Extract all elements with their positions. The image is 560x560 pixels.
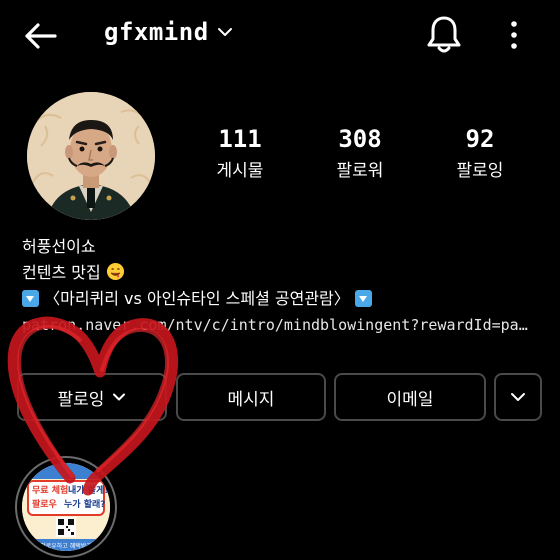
bio-line-3: 〈마리퀴리 vs 아인슈타인 스페셜 공연관람〉 xyxy=(22,286,542,312)
bio-line-2-text: 컨텐츠 맛집 xyxy=(22,263,101,282)
highlight-cover-art: 무료 체험 내가 쏠게! 팔로우 누가 할래? 팔로우하고 혜택받기 xyxy=(22,463,110,551)
down-arrow-box-emoji xyxy=(354,290,372,307)
profile-bio: 허풍선이쇼 컨텐츠 맛집 〈마리퀴리 vs 아인슈타인 스페셜 공연관람〉 pa… xyxy=(22,234,542,338)
chevron-down-icon xyxy=(113,393,126,401)
suggested-accounts-button[interactable] xyxy=(494,373,542,421)
back-arrow-icon[interactable] xyxy=(22,18,58,54)
bio-name: 허풍선이쇼 xyxy=(22,237,96,256)
followers-count: 308 xyxy=(338,125,382,153)
email-button-label: 이메일 xyxy=(386,389,434,410)
message-button[interactable]: 메시지 xyxy=(176,373,326,421)
highlight-line-3: 팔로우 xyxy=(32,498,57,510)
highlight-line-1: 무료 체험 xyxy=(32,484,68,496)
following-label: 팔로잉 xyxy=(456,161,504,181)
profile-avatar[interactable] xyxy=(27,92,155,220)
chevron-down-icon xyxy=(511,393,525,401)
stat-following[interactable]: 92 팔로잉 xyxy=(430,124,530,184)
bio-line-2: 컨텐츠 맛집 xyxy=(22,260,542,286)
highlight-bottom-text: 팔로우하고 혜택받기 xyxy=(40,542,92,550)
posts-count: 111 xyxy=(218,125,262,153)
message-button-label: 메시지 xyxy=(227,389,275,410)
following-count: 92 xyxy=(465,125,495,153)
bio-line-3-text: 〈마리퀴리 vs 아인슈타인 스페셜 공연관람〉 xyxy=(44,289,350,308)
followers-label: 팔로워 xyxy=(336,161,384,181)
following-button-label: 팔로잉 xyxy=(57,389,105,410)
highlight-cover: 무료 체험 내가 쏠게! 팔로우 누가 할래? 팔로우하고 혜택받기 xyxy=(22,463,110,551)
username: gfxmind xyxy=(104,18,209,46)
profile-header: gfxmind xyxy=(0,0,560,70)
stat-posts[interactable]: 111 게시물 xyxy=(190,124,290,184)
following-button[interactable]: 팔로잉 xyxy=(17,373,167,421)
bell-icon[interactable] xyxy=(426,14,462,54)
more-vertical-icon[interactable] xyxy=(502,18,526,52)
stat-followers[interactable]: 308 팔로워 xyxy=(310,124,410,184)
posts-label: 게시물 xyxy=(216,161,264,181)
avatar-illustration xyxy=(27,92,155,220)
highlight-line-2: 내가 쏠게! xyxy=(68,484,108,496)
email-button[interactable]: 이메일 xyxy=(334,373,486,421)
chevron-down-icon xyxy=(217,28,232,36)
qr-code-icon xyxy=(56,517,76,537)
bio-link[interactable]: patron.naver.com/ntv/c/intro/mindblowing… xyxy=(22,312,532,338)
username-switcher[interactable]: gfxmind xyxy=(104,18,233,46)
down-arrow-box-emoji xyxy=(22,290,39,307)
smiling-face-emoji xyxy=(106,262,124,281)
highlight-line-4: 누가 할래? xyxy=(64,498,105,510)
story-highlight[interactable]: 무료 체험 내가 쏠게! 팔로우 누가 할래? 팔로우하고 혜택받기 xyxy=(15,456,117,558)
